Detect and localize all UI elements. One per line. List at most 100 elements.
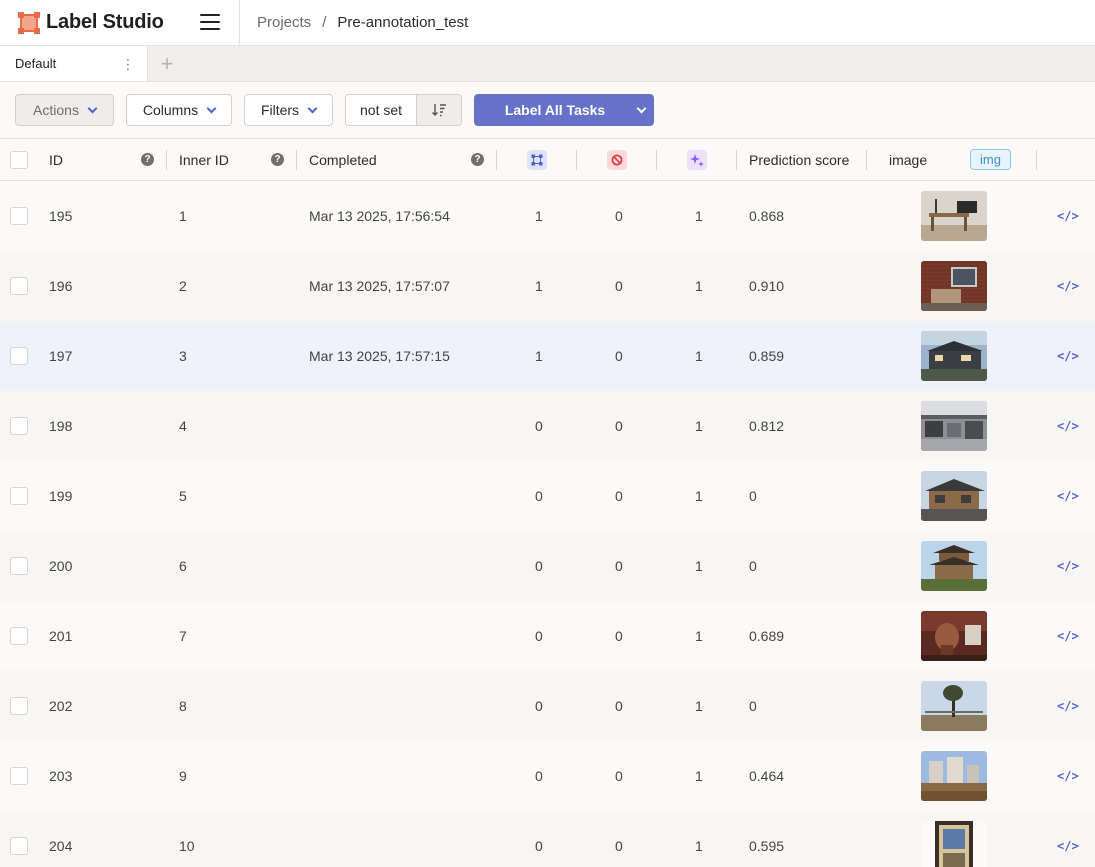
column-divider[interactable] bbox=[296, 150, 297, 170]
column-divider[interactable] bbox=[1036, 150, 1037, 170]
sort-field-select[interactable]: not set bbox=[346, 95, 418, 125]
tab-default[interactable]: Default ⋮ bbox=[0, 46, 148, 81]
column-header-annotations[interactable] bbox=[527, 139, 547, 180]
view-source-code-icon[interactable]: </> bbox=[1057, 811, 1079, 867]
column-divider[interactable] bbox=[496, 150, 497, 170]
add-tab-plus-icon[interactable]: + bbox=[148, 46, 186, 81]
task-id: 196 bbox=[49, 278, 73, 294]
view-source-code-icon[interactable]: </> bbox=[1057, 181, 1079, 251]
row-checkbox[interactable] bbox=[10, 207, 28, 225]
row-checkbox[interactable] bbox=[10, 627, 28, 645]
image-thumbnail[interactable] bbox=[921, 401, 987, 451]
task-id: 200 bbox=[49, 558, 73, 574]
task-id: 197 bbox=[49, 348, 73, 364]
prediction-score: 0.595 bbox=[749, 838, 785, 854]
table-row[interactable]: 198 4 0 0 1 0.812 </> bbox=[0, 391, 1095, 461]
table-row[interactable]: 202 8 0 0 1 0 </> bbox=[0, 671, 1095, 741]
row-checkbox-cell bbox=[10, 671, 28, 741]
columns-label: Columns bbox=[142, 102, 199, 118]
image-thumbnail[interactable] bbox=[921, 751, 987, 801]
column-header-image[interactable]: image bbox=[889, 139, 927, 180]
breadcrumb: Projects / Pre-annotation_test bbox=[240, 14, 468, 31]
view-source-code-icon[interactable]: </> bbox=[1057, 461, 1079, 531]
table-row[interactable]: 203 9 0 0 1 0.464 </> bbox=[0, 741, 1095, 811]
filters-button[interactable]: Filters bbox=[244, 94, 333, 126]
view-tabs: Default ⋮ + bbox=[0, 46, 1095, 82]
view-source-code-icon[interactable]: </> bbox=[1057, 671, 1079, 741]
column-divider[interactable] bbox=[656, 150, 657, 170]
row-checkbox[interactable] bbox=[10, 767, 28, 785]
predictions-count: 1 bbox=[695, 278, 703, 294]
row-checkbox[interactable] bbox=[10, 347, 28, 365]
table-row[interactable]: 201 7 0 0 1 0.689 </> bbox=[0, 601, 1095, 671]
prediction-score: 0.689 bbox=[749, 628, 785, 644]
view-source-code-icon[interactable]: </> bbox=[1057, 251, 1079, 321]
app-name: Label Studio bbox=[46, 11, 164, 33]
logo[interactable]: Label Studio bbox=[0, 0, 240, 45]
annotations-count: 1 bbox=[535, 348, 543, 364]
column-header-inner-id[interactable]: Inner ID bbox=[179, 139, 229, 180]
task-id: 195 bbox=[49, 208, 73, 224]
image-thumbnail[interactable] bbox=[921, 681, 987, 731]
column-header-cancelled[interactable] bbox=[607, 139, 627, 180]
columns-button[interactable]: Columns bbox=[126, 94, 232, 126]
image-thumbnail[interactable] bbox=[921, 821, 987, 867]
inner-id-help-icon[interactable]: ? bbox=[271, 139, 284, 180]
table-row[interactable]: 199 5 0 0 1 0 </> bbox=[0, 461, 1095, 531]
label-all-dropdown[interactable] bbox=[628, 94, 654, 126]
row-checkbox[interactable] bbox=[10, 277, 28, 295]
select-all-checkbox[interactable] bbox=[10, 150, 28, 169]
chevron-down-icon bbox=[307, 103, 318, 113]
image-thumbnail[interactable] bbox=[921, 611, 987, 661]
table-row[interactable]: 195 1 Mar 13 2025, 17:56:54 1 0 1 0.868 </> bbox=[0, 181, 1095, 251]
image-thumbnail-cell bbox=[921, 601, 987, 671]
row-checkbox[interactable] bbox=[10, 487, 28, 505]
menu-hamburger-icon[interactable] bbox=[200, 14, 220, 30]
task-id: 198 bbox=[49, 418, 73, 434]
view-source-code-icon[interactable]: </> bbox=[1057, 321, 1079, 391]
row-checkbox[interactable] bbox=[10, 697, 28, 715]
view-source-code-icon[interactable]: </> bbox=[1057, 531, 1079, 601]
row-checkbox[interactable] bbox=[10, 417, 28, 435]
view-source-code-icon[interactable]: </> bbox=[1057, 391, 1079, 461]
table-row[interactable]: 197 3 Mar 13 2025, 17:57:15 1 0 1 0.859 </> bbox=[0, 321, 1095, 391]
column-header-completed[interactable]: Completed bbox=[309, 139, 377, 180]
tab-more-icon[interactable]: ⋮ bbox=[121, 57, 135, 71]
image-type-label: img bbox=[970, 149, 1011, 170]
column-divider[interactable] bbox=[866, 150, 867, 170]
top-header: Label Studio Projects / Pre-annotation_t… bbox=[0, 0, 1095, 46]
annotations-count: 0 bbox=[535, 628, 543, 644]
image-thumbnail[interactable] bbox=[921, 541, 987, 591]
row-checkbox[interactable] bbox=[10, 837, 28, 855]
cancelled-count: 0 bbox=[615, 628, 623, 644]
column-divider[interactable] bbox=[736, 150, 737, 170]
table-row[interactable]: 200 6 0 0 1 0 </> bbox=[0, 531, 1095, 601]
view-source-code-icon[interactable]: </> bbox=[1057, 741, 1079, 811]
image-thumbnail[interactable] bbox=[921, 261, 987, 311]
image-thumbnail[interactable] bbox=[921, 331, 987, 381]
column-header-prediction-score[interactable]: Prediction score bbox=[749, 139, 849, 180]
actions-button[interactable]: Actions bbox=[15, 94, 114, 126]
label-all-tasks-button[interactable]: Label All Tasks bbox=[474, 94, 655, 126]
table-row[interactable]: 204 10 0 0 1 0.595 </> bbox=[0, 811, 1095, 867]
breadcrumb-current-project: Pre-annotation_test bbox=[337, 14, 469, 31]
column-header-id[interactable]: ID bbox=[49, 139, 63, 180]
column-header-predictions[interactable] bbox=[687, 139, 707, 180]
column-divider[interactable] bbox=[576, 150, 577, 170]
completed-help-icon[interactable]: ? bbox=[471, 139, 484, 180]
row-checkbox[interactable] bbox=[10, 557, 28, 575]
view-source-code-icon[interactable]: </> bbox=[1057, 601, 1079, 671]
image-thumbnail[interactable] bbox=[921, 191, 987, 241]
annotations-count: 0 bbox=[535, 768, 543, 784]
sort-direction-icon[interactable] bbox=[417, 95, 462, 125]
breadcrumb-projects-link[interactable]: Projects bbox=[257, 14, 311, 31]
id-help-icon[interactable]: ? bbox=[141, 139, 154, 180]
completed-at: Mar 13 2025, 17:56:54 bbox=[309, 208, 450, 224]
table-row[interactable]: 196 2 Mar 13 2025, 17:57:07 1 0 1 0.910 </> bbox=[0, 251, 1095, 321]
tab-label: Default bbox=[15, 56, 57, 71]
image-thumbnail-cell bbox=[921, 461, 987, 531]
image-thumbnail[interactable] bbox=[921, 471, 987, 521]
predictions-count: 1 bbox=[695, 418, 703, 434]
column-divider[interactable] bbox=[166, 150, 167, 170]
inner-id: 7 bbox=[179, 628, 187, 644]
